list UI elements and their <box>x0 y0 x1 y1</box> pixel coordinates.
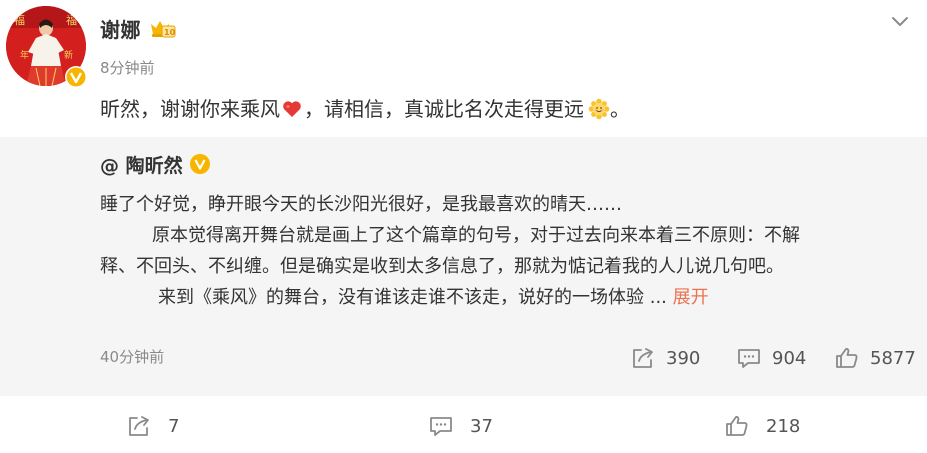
verified-badge-icon <box>189 153 211 175</box>
svg-text:福: 福 <box>14 13 25 27</box>
thumbs-up-icon <box>726 416 748 436</box>
post-text-part1: 昕然，谢谢你来乘风 <box>100 97 280 121</box>
original-text-line: 睡了个好觉，睁开眼今天的长沙阳光很好，是我最喜欢的晴天…… <box>100 194 622 215</box>
original-repost-button[interactable]: 390 <box>630 345 700 371</box>
like-count: 218 <box>766 415 801 437</box>
avatar[interactable]: 福 福 新 年 <box>6 6 88 89</box>
thumbs-up-icon <box>836 348 858 368</box>
post-text-part3: 。 <box>610 97 630 121</box>
post-text: 昕然，谢谢你来乘风 ，请相信，真诚比名次走得更远 。 <box>100 94 630 124</box>
original-text: 睡了个好觉，睁开眼今天的长沙阳光很好，是我最喜欢的晴天…… 原本觉得离开舞台就是… <box>100 189 910 313</box>
comment-count: 37 <box>470 415 493 437</box>
original-comment-count: 904 <box>772 347 807 369</box>
verified-badge-icon <box>64 65 88 89</box>
sunflower-emoji <box>588 98 610 120</box>
vip-crown-icon[interactable]: 10 <box>149 17 177 39</box>
repost-button[interactable]: 7 <box>126 412 179 440</box>
chevron-down-icon[interactable] <box>890 14 910 28</box>
original-comment-button[interactable]: 904 <box>736 345 806 371</box>
original-text-line4: 来到《乘风》的舞台，没有谁该走谁不该走，说好的一场体验 ... <box>158 287 667 308</box>
original-text-line: 来到《乘风》的舞台，没有谁该走谁不该走，说好的一场体验 ... 展开 <box>100 282 910 313</box>
original-time[interactable]: 40分钟前 <box>100 346 164 367</box>
comment-icon <box>430 417 452 436</box>
svg-text:年: 年 <box>20 49 29 61</box>
svg-text:10: 10 <box>164 28 176 37</box>
like-button[interactable]: 218 <box>724 412 800 440</box>
original-text-line: 释、不回头、不纠缠。但是确实是收到太多信息了，那就为惦记着我的人儿说几句吧。 <box>100 256 784 277</box>
original-repost-count: 390 <box>666 347 701 369</box>
author-name[interactable]: 谢娜 <box>100 14 141 43</box>
original-author[interactable]: @ 陶昕然 <box>100 151 183 178</box>
repost-count: 7 <box>168 415 180 437</box>
comment-icon <box>738 349 760 368</box>
post-time[interactable]: 8分钟前 <box>100 57 155 78</box>
original-like-count: 5877 <box>870 347 916 369</box>
svg-text:福: 福 <box>66 13 77 27</box>
post-text-part2: ，请相信，真诚比名次走得更远 <box>304 97 584 121</box>
original-text-line: 原本觉得离开舞台就是画上了这个篇章的句号，对于过去向来本着三不原则：不解 <box>152 225 800 246</box>
original-like-button[interactable]: 5877 <box>834 345 916 371</box>
repost-card[interactable]: @ 陶昕然 睡了个好觉，睁开眼今天的长沙阳光很好，是我最喜欢的晴天…… 原本觉得… <box>0 137 927 396</box>
expand-link[interactable]: 展开 <box>673 287 709 308</box>
repost-icon <box>129 416 149 436</box>
repost-icon <box>633 348 653 368</box>
svg-text:新: 新 <box>64 49 73 61</box>
comment-button[interactable]: 37 <box>428 412 493 440</box>
heart-emoji <box>281 98 303 120</box>
